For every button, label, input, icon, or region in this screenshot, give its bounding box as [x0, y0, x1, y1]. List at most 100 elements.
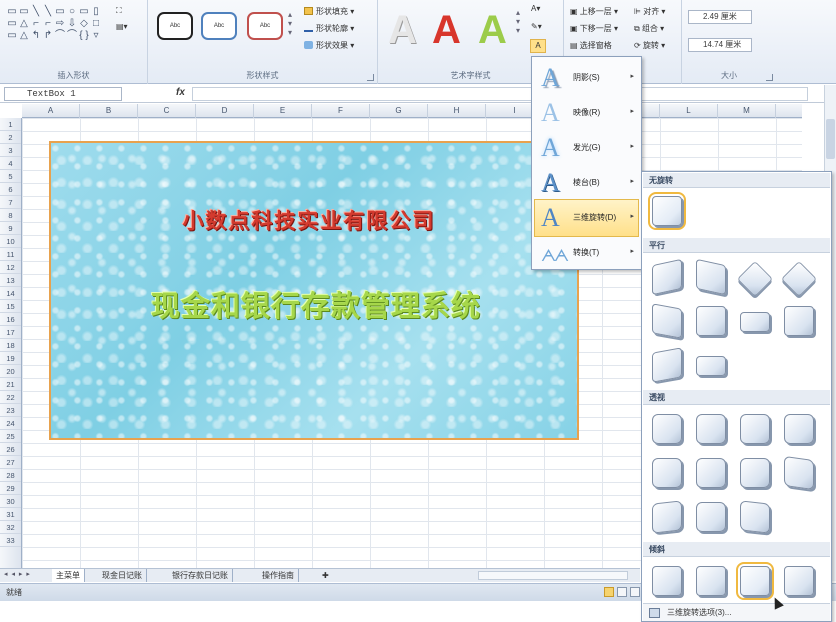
- row-header[interactable]: 23: [0, 404, 21, 417]
- shape-icon[interactable]: ▭: [6, 18, 18, 30]
- wordart-style-green[interactable]: A: [478, 8, 507, 52]
- shape-icon[interactable]: ⇨: [54, 18, 66, 30]
- row-header[interactable]: 33: [0, 534, 21, 547]
- parallel-option[interactable]: [780, 260, 818, 298]
- shape-icon[interactable]: ▭: [18, 6, 30, 18]
- sheet-tab[interactable]: 主菜单: [52, 569, 85, 582]
- wordart-textbox[interactable]: 小数点科技实业有限公司 现金和银行存款管理系统: [49, 141, 579, 440]
- row-header[interactable]: 30: [0, 495, 21, 508]
- menu-item-glow[interactable]: A 发光(G) ▸: [534, 129, 639, 167]
- wordart-style-gray[interactable]: A: [388, 8, 417, 52]
- perspective-option[interactable]: [740, 414, 770, 444]
- shape-outline-button[interactable]: 形状轮廓 ▾: [304, 23, 354, 34]
- row-header[interactable]: 18: [0, 339, 21, 352]
- edit-shape-icon[interactable]: ⛶: [116, 6, 122, 16]
- row-header[interactable]: 5: [0, 170, 21, 183]
- shape-icon[interactable]: ▿: [90, 30, 102, 42]
- parallel-option[interactable]: [696, 258, 726, 296]
- perspective-option[interactable]: [652, 414, 682, 444]
- shape-icon[interactable]: ◇: [78, 18, 90, 30]
- align-button[interactable]: ⊫ 对齐 ▾: [634, 6, 665, 17]
- row-header[interactable]: 14: [0, 287, 21, 300]
- dialog-launcher-icon[interactable]: [367, 74, 374, 81]
- row-header[interactable]: 3: [0, 144, 21, 157]
- no-rotation-option[interactable]: [648, 192, 686, 230]
- shape-icon[interactable]: ○: [66, 6, 78, 18]
- row-header[interactable]: 31: [0, 508, 21, 521]
- perspective-option[interactable]: [784, 455, 814, 491]
- shape-effects-button[interactable]: 形状效果 ▾: [304, 40, 354, 51]
- row-header[interactable]: 19: [0, 352, 21, 365]
- shape-icon[interactable]: ▭: [6, 30, 18, 42]
- perspective-option[interactable]: [652, 500, 682, 534]
- shape-icon[interactable]: △: [18, 18, 30, 30]
- shape-icon[interactable]: ▯: [90, 6, 102, 18]
- parallel-option[interactable]: [696, 356, 726, 376]
- parallel-option[interactable]: [652, 347, 682, 383]
- oblique-option[interactable]: [652, 566, 682, 596]
- formula-input[interactable]: [192, 87, 808, 101]
- shape-icon[interactable]: □: [90, 18, 102, 30]
- row-header[interactable]: 27: [0, 456, 21, 469]
- row-header[interactable]: 4: [0, 157, 21, 170]
- insert-function-icon[interactable]: fx: [176, 87, 185, 98]
- wordart-style-red[interactable]: A: [432, 8, 461, 52]
- system-title-text[interactable]: 现金和银行存款管理系统: [111, 283, 521, 325]
- page-break-icon[interactable]: [630, 587, 640, 597]
- selection-pane-button[interactable]: ▤ 选择窗格: [570, 40, 612, 51]
- row-header[interactable]: 25: [0, 430, 21, 443]
- perspective-option[interactable]: [696, 414, 726, 444]
- row-header[interactable]: 22: [0, 391, 21, 404]
- shape-icon[interactable]: ↰: [30, 30, 42, 42]
- text-effects-button[interactable]: A: [530, 39, 546, 53]
- name-box[interactable]: TextBox 1: [4, 87, 122, 101]
- menu-item-transform[interactable]: ᗅᗅ 转换(T) ▸: [534, 234, 639, 272]
- row-header[interactable]: 26: [0, 443, 21, 456]
- oblique-option[interactable]: [736, 562, 774, 600]
- perspective-option[interactable]: [740, 458, 770, 488]
- column-header[interactable]: B: [80, 104, 138, 118]
- column-header[interactable]: G: [370, 104, 428, 118]
- sheet-tab[interactable]: 银行存款日记账: [168, 569, 233, 582]
- wordart-scroll-icon[interactable]: ▴ ▾ ▾: [516, 8, 520, 35]
- row-header[interactable]: 6: [0, 183, 21, 196]
- scrollbar-thumb[interactable]: [826, 119, 835, 159]
- shape-icon[interactable]: ⌐: [30, 18, 42, 30]
- perspective-option[interactable]: [784, 414, 814, 444]
- menu-item-bevel[interactable]: A 棱台(B) ▸: [534, 164, 639, 202]
- menu-item-shadow[interactable]: A 阴影(S) ▸: [534, 59, 639, 97]
- row-header[interactable]: 16: [0, 313, 21, 326]
- rotate-button[interactable]: ⟳ 旋转 ▾: [634, 40, 665, 51]
- shape-icon[interactable]: ▭: [6, 6, 18, 18]
- row-header[interactable]: 1: [0, 118, 21, 131]
- shapes-gallery[interactable]: ▭ ▭ ╲ ╲ ▭ ○ ▭ ▯ ▭ △ ⌐ ⌐ ⇨ ⇩ ◇ □ ▭ △ ↰ ↱ …: [6, 6, 102, 42]
- shape-icon[interactable]: ⌒: [66, 30, 78, 42]
- row-header[interactable]: 13: [0, 274, 21, 287]
- bring-forward-button[interactable]: ▣ 上移一层 ▾: [570, 6, 618, 17]
- perspective-option[interactable]: [652, 458, 682, 488]
- column-header[interactable]: D: [196, 104, 254, 118]
- shape-fill-button[interactable]: 形状填充 ▾: [304, 6, 354, 17]
- parallel-option[interactable]: [784, 306, 814, 336]
- parallel-option[interactable]: [740, 312, 770, 332]
- column-header[interactable]: M: [718, 104, 776, 118]
- shape-width-input[interactable]: 14.74 厘米: [688, 38, 752, 52]
- column-header[interactable]: E: [254, 104, 312, 118]
- shape-style-blue[interactable]: Abc: [201, 12, 237, 40]
- column-header[interactable]: H: [428, 104, 486, 118]
- parallel-option[interactable]: [652, 303, 682, 339]
- oblique-option[interactable]: [696, 566, 726, 596]
- send-backward-button[interactable]: ▣ 下移一层 ▾: [570, 23, 618, 34]
- row-header[interactable]: 17: [0, 326, 21, 339]
- perspective-option[interactable]: [696, 502, 726, 532]
- size-launcher-icon[interactable]: [766, 74, 773, 81]
- row-header[interactable]: 12: [0, 261, 21, 274]
- shape-icon[interactable]: ╲: [42, 6, 54, 18]
- shape-height-input[interactable]: 2.49 厘米: [688, 10, 752, 24]
- page-layout-icon[interactable]: [617, 587, 627, 597]
- horizontal-scrollbar[interactable]: [478, 571, 628, 580]
- row-header[interactable]: 7: [0, 196, 21, 209]
- shape-icon[interactable]: ⇩: [66, 18, 78, 30]
- insert-sheet-icon[interactable]: ✚: [318, 569, 333, 582]
- row-header[interactable]: 20: [0, 365, 21, 378]
